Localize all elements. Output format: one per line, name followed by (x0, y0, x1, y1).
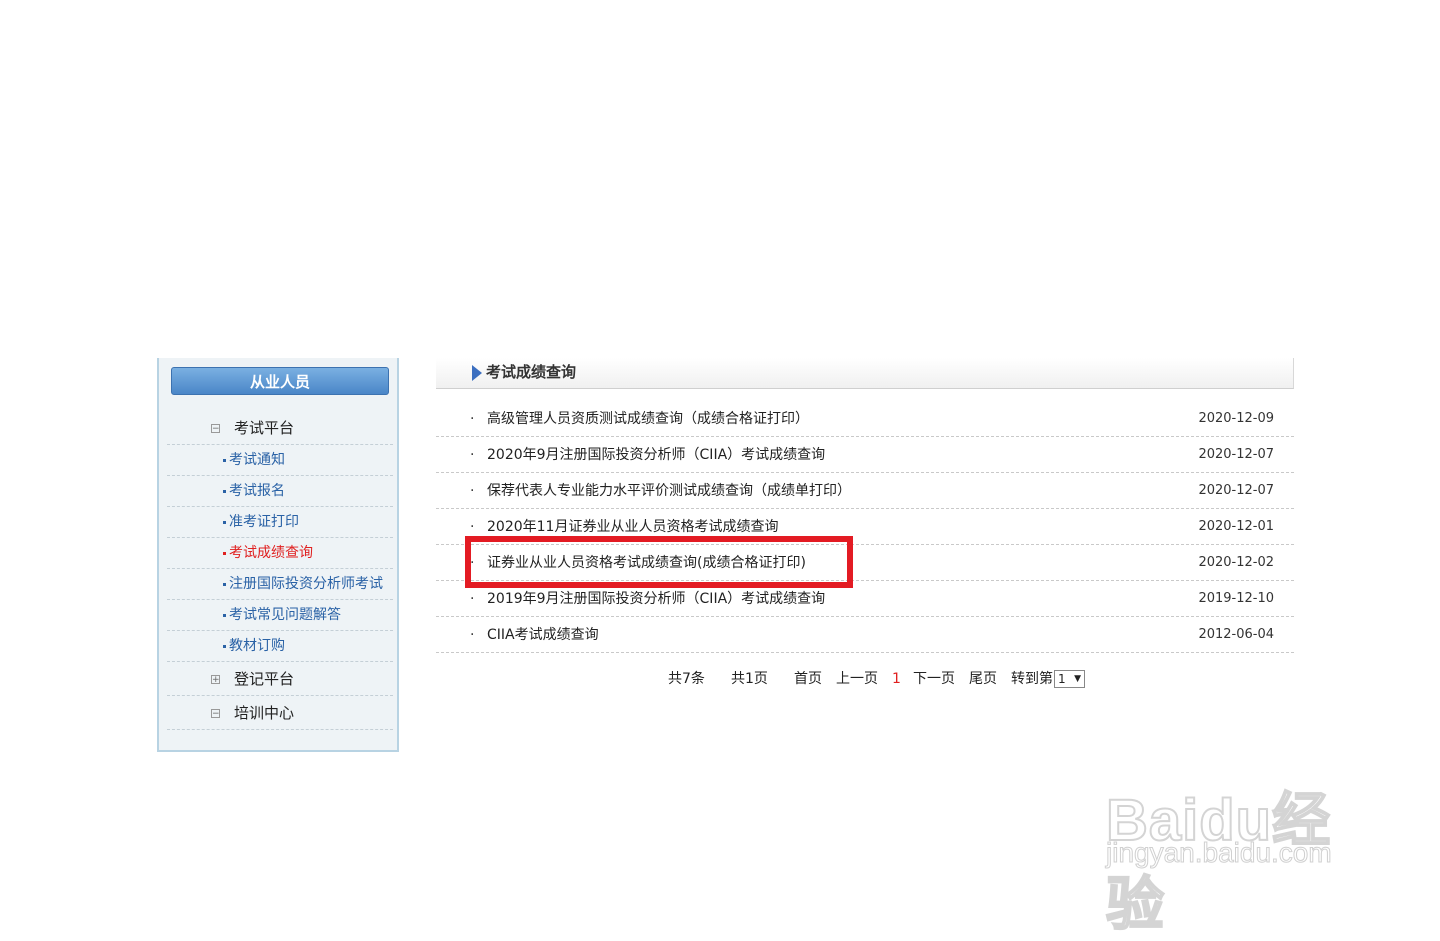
sidebar-item-admission-ticket[interactable]: 准考证打印 (167, 507, 393, 538)
goto-page-select[interactable]: 1 ▼ (1054, 670, 1085, 688)
sidebar-item-ciia-exam[interactable]: 注册国际投资分析师考试 (167, 569, 393, 600)
result-link[interactable]: 2019年9月注册国际投资分析师（CIIA）考试成绩查询 (487, 581, 825, 617)
sidebar-header: 从业人员 (171, 367, 389, 395)
list-item: · 2020年11月证券业从业人员资格考试成绩查询 2020-12-01 (436, 509, 1294, 545)
sidebar-item-faq[interactable]: 考试常见问题解答 (167, 600, 393, 631)
bullet: · (470, 519, 475, 535)
menu-group-training-center[interactable]: − 培训中心 (167, 696, 393, 730)
result-link[interactable]: 高级管理人员资质测试成绩查询（成绩合格证打印） (487, 401, 809, 437)
bullet: · (470, 447, 475, 463)
list-item: · 高级管理人员资质测试成绩查询（成绩合格证打印） 2020-12-09 (436, 401, 1294, 437)
sidebar-item-label: 准考证打印 (229, 514, 299, 530)
result-date: 2020-12-07 (1198, 447, 1274, 462)
prev-page-link[interactable]: 上一页 (836, 668, 878, 690)
menu-group-exam-platform[interactable]: − 考试平台 (167, 411, 393, 445)
list-item: · 2020年9月注册国际投资分析师（CIIA）考试成绩查询 2020-12-0… (436, 437, 1294, 473)
collapse-icon[interactable]: − (211, 424, 220, 434)
result-link[interactable]: 2020年11月证券业从业人员资格考试成绩查询 (487, 509, 778, 545)
bullet: · (470, 483, 475, 499)
panel-header: 考试成绩查询 (436, 358, 1294, 389)
sidebar-item-label: 考试成绩查询 (229, 545, 313, 561)
menu-group-label: 培训中心 (234, 704, 295, 722)
result-date: 2012-06-04 (1198, 627, 1274, 642)
bullet-icon (223, 489, 226, 493)
bullet-icon (223, 613, 226, 617)
next-page-link[interactable]: 下一页 (913, 668, 955, 690)
results-list: · 高级管理人员资质测试成绩查询（成绩合格证打印） 2020-12-09 · 2… (436, 401, 1294, 653)
sidebar-menu: − 考试平台 考试通知 考试报名 准考证打印 考试成绩查询 注册国际投资分析师考试… (167, 411, 393, 730)
bullet-icon (223, 551, 226, 555)
page-title: 考试成绩查询 (486, 363, 577, 381)
collapse-icon[interactable]: − (211, 709, 220, 719)
dropdown-caret-icon: ▼ (1074, 674, 1081, 684)
watermark-url: jingyan.baidu.com (1106, 837, 1333, 869)
result-link[interactable]: 证券业从业人员资格考试成绩查询(成绩合格证打印) (487, 545, 806, 581)
bullet: · (470, 411, 475, 427)
sidebar-item-exam-registration[interactable]: 考试报名 (167, 476, 393, 507)
sidebar-item-label: 考试报名 (229, 483, 285, 499)
sidebar-item-label: 考试通知 (229, 452, 285, 468)
bullet-icon (223, 582, 226, 586)
bullet-icon (223, 458, 226, 462)
expand-icon[interactable]: + (211, 675, 220, 685)
list-item: · CIIA考试成绩查询 2012-06-04 (436, 617, 1294, 653)
baidu-watermark: Baidu经验 jingyan.baidu.com (1100, 745, 1370, 938)
result-link[interactable]: 保荐代表人专业能力水平评价测试成绩查询（成绩单打印） (487, 473, 851, 509)
bullet: · (470, 591, 475, 607)
result-date: 2020-12-09 (1198, 411, 1274, 426)
result-date: 2019-12-10 (1198, 591, 1274, 606)
sidebar-item-label: 注册国际投资分析师考试 (229, 576, 383, 592)
result-date: 2020-12-01 (1198, 519, 1274, 534)
triangle-right-icon (472, 365, 482, 381)
current-page: 1 (892, 671, 901, 687)
sidebar-item-textbook-order[interactable]: 教材订购 (167, 631, 393, 662)
sidebar-item-score-query[interactable]: 考试成绩查询 (167, 538, 393, 569)
result-link[interactable]: CIIA考试成绩查询 (487, 617, 599, 653)
last-page-link[interactable]: 尾页 (969, 668, 997, 690)
goto-page-value: 1 (1058, 672, 1066, 686)
bullet: · (470, 627, 475, 643)
sidebar-item-label: 教材订购 (229, 638, 285, 654)
total-pages: 共1页 (731, 671, 768, 687)
first-page-link[interactable]: 首页 (794, 668, 822, 690)
list-item: · 证券业从业人员资格考试成绩查询(成绩合格证打印) 2020-12-02 (436, 545, 1294, 581)
sidebar: 从业人员 − 考试平台 考试通知 考试报名 准考证打印 考试成绩查询 注册国际投资… (157, 358, 399, 752)
bullet: · (470, 555, 475, 571)
menu-group-label: 登记平台 (234, 670, 295, 688)
total-items: 共7条 (668, 671, 705, 687)
sidebar-item-label: 考试常见问题解答 (229, 607, 341, 623)
result-link[interactable]: 2020年9月注册国际投资分析师（CIIA）考试成绩查询 (487, 437, 825, 473)
menu-group-label: 考试平台 (234, 419, 295, 437)
goto-label: 转到第 (1011, 671, 1053, 687)
bullet-icon (223, 520, 226, 524)
list-item: · 保荐代表人专业能力水平评价测试成绩查询（成绩单打印） 2020-12-07 (436, 473, 1294, 509)
result-date: 2020-12-02 (1198, 555, 1274, 570)
bullet-icon (223, 644, 226, 648)
sidebar-item-exam-notice[interactable]: 考试通知 (167, 445, 393, 476)
list-item: · 2019年9月注册国际投资分析师（CIIA）考试成绩查询 2019-12-1… (436, 581, 1294, 617)
menu-group-registration-platform[interactable]: + 登记平台 (167, 662, 393, 696)
result-date: 2020-12-07 (1198, 483, 1274, 498)
